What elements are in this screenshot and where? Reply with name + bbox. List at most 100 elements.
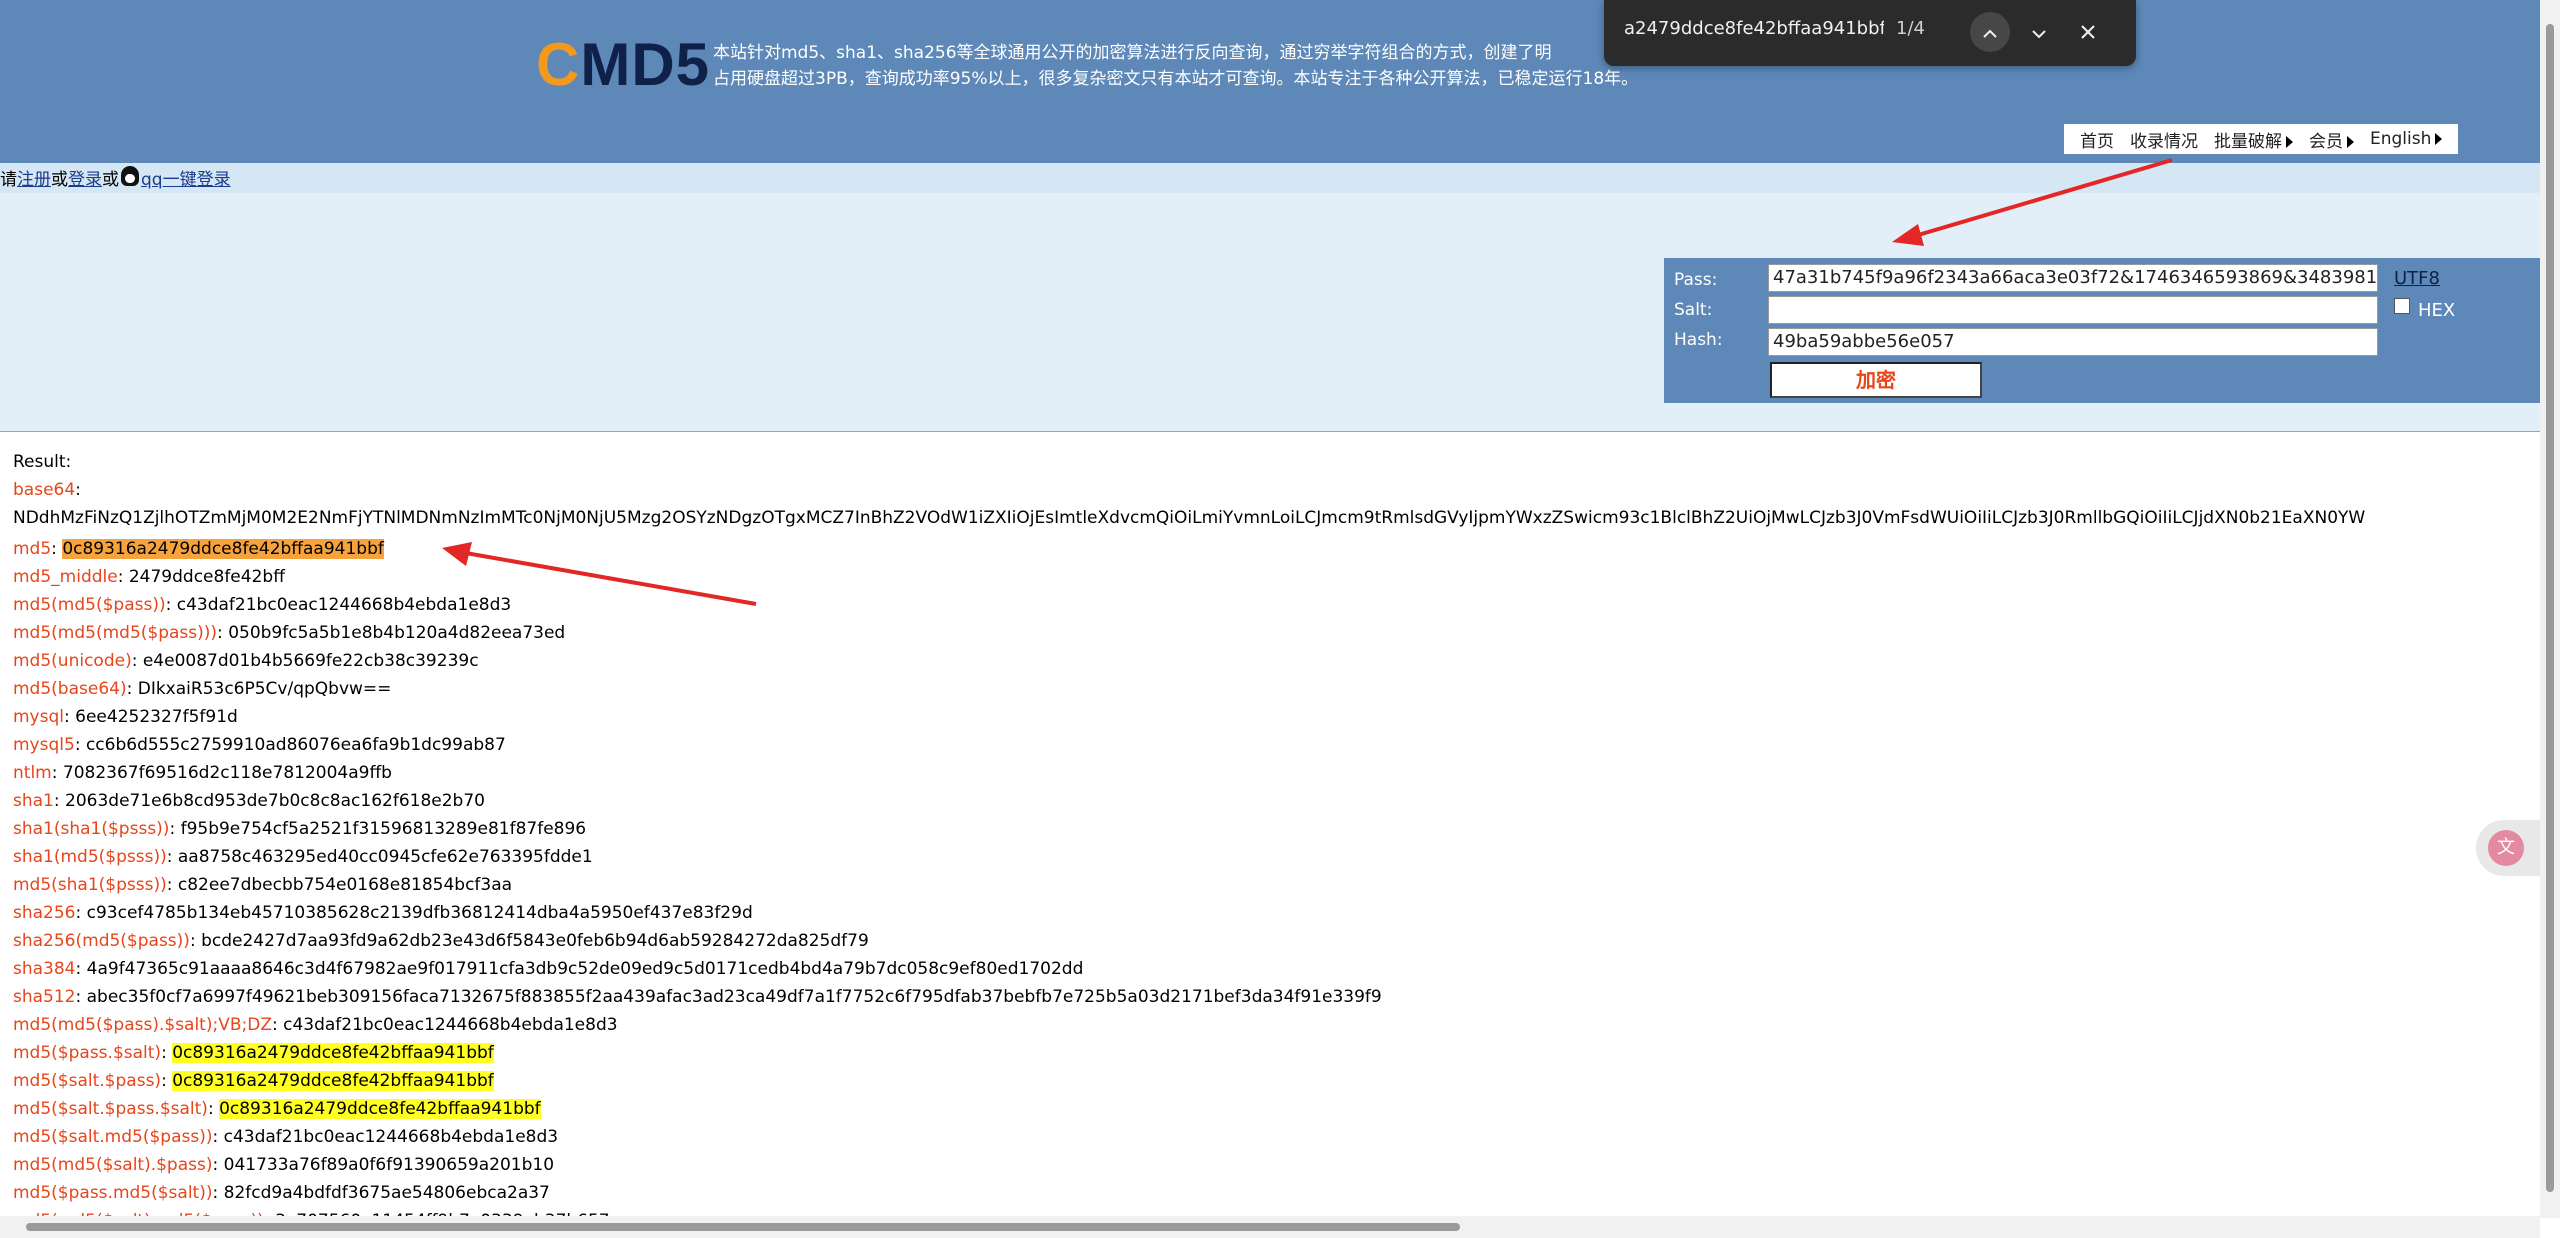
result-value: 4a9f47365c91aaaa8646c3d4f67982ae9f017911… bbox=[86, 959, 1084, 979]
result-key: sha256 bbox=[13, 903, 76, 923]
top-nav: 首页 收录情况 批量破解 会员 English bbox=[2064, 124, 2459, 154]
close-icon bbox=[2081, 25, 2095, 39]
pass-label: Pass: bbox=[1674, 270, 1718, 290]
hash-label: Hash: bbox=[1674, 330, 1723, 350]
result-rows: md5: 0c89316a2479ddce8fe42bffaa941bbf md5… bbox=[13, 535, 2413, 1217]
pass-input[interactable]: 47a31b745f9a96f2343a66aca3e03f72&1746346… bbox=[1768, 264, 2378, 292]
result-row: sha384: 4a9f47365c91aaaa8646c3d4f67982ae… bbox=[13, 959, 1084, 979]
result-key: md5(sha1($psss)) bbox=[13, 875, 167, 895]
result-value: 2479ddce8fe42bff bbox=[128, 567, 285, 587]
result-value: DIkxaiR53c6P5Cv/qpQbvw== bbox=[137, 679, 392, 699]
result-key: mysql5 bbox=[13, 735, 75, 755]
result-row: ntlm: 7082367f69516d2c118e7812004a9ffb bbox=[13, 763, 392, 783]
result-value: f95b9e754cf5a2521f31596813289e81f87fe896 bbox=[180, 819, 587, 839]
result-row: sha512: abec35f0cf7a6997f49621beb309156f… bbox=[13, 987, 1382, 1007]
result-value: 0c89316a2479ddce8fe42bffaa941bbf bbox=[172, 1043, 494, 1063]
result-key: sha256(md5($pass)) bbox=[13, 931, 190, 951]
nav-english[interactable]: English bbox=[2370, 129, 2443, 149]
result-key: sha1(sha1($psss)) bbox=[13, 819, 170, 839]
nav-coverage[interactable]: 收录情况 bbox=[2130, 127, 2198, 152]
result-key: md5(base64) bbox=[13, 679, 127, 699]
find-input[interactable]: a2479ddce8fe42bffaa941bbf bbox=[1624, 18, 1884, 39]
result-value: c93cef4785b134eb45710385628c2139dfb36812… bbox=[86, 903, 753, 923]
salt-label: Salt: bbox=[1674, 300, 1713, 320]
result-value: 0c89316a2479ddce8fe42bffaa941bbf bbox=[172, 1071, 494, 1091]
login-or-1: 或 bbox=[51, 170, 68, 190]
result-value: c43daf21bc0eac1244668b4ebda1e8d3 bbox=[283, 1015, 618, 1035]
caret-right-icon bbox=[2286, 135, 2293, 148]
result-row: md5(unicode): e4e0087d01b4b5669fe22cb38c… bbox=[13, 651, 479, 671]
nav-batch[interactable]: 批量破解 bbox=[2214, 127, 2293, 152]
result-value: c43daf21bc0eac1244668b4ebda1e8d3 bbox=[176, 595, 512, 615]
result-value: bcde2427d7aa93fd9a62db23e43d6f5843e0feb6… bbox=[201, 931, 869, 951]
vertical-scrollbar[interactable] bbox=[2540, 0, 2560, 1218]
result-value: 82fcd9a4bdfdf3675ae54806ebca2a37 bbox=[223, 1183, 550, 1203]
login-or-2: 或 bbox=[102, 170, 119, 190]
hex-checkbox[interactable] bbox=[2394, 298, 2410, 314]
result-key: ntlm bbox=[13, 763, 52, 783]
find-next-button[interactable] bbox=[2019, 12, 2059, 52]
result-row: md5($salt.$pass): 0c89316a2479ddce8fe42b… bbox=[13, 1071, 494, 1091]
base64-value: NDdhMzFiNzQ1ZjlhOTZmMjM0M2E2NmFjYTNlMDNm… bbox=[13, 508, 2366, 528]
result-key: md5($salt.$pass.$salt) bbox=[13, 1099, 208, 1119]
horizontal-scroll-thumb[interactable] bbox=[26, 1223, 1460, 1231]
result-value: 7082367f69516d2c118e7812004a9ffb bbox=[62, 763, 392, 783]
result-value: 0c89316a2479ddce8fe42bffaa941bbf bbox=[219, 1099, 541, 1119]
translate-button[interactable]: 文 bbox=[2476, 820, 2540, 876]
login-prefix: 请 bbox=[0, 170, 17, 190]
result-row: md5(base64): DIkxaiR53c6P5Cv/qpQbvw== bbox=[13, 679, 392, 699]
result-label: Result: bbox=[13, 452, 72, 472]
result-key: md5(md5(md5($pass))) bbox=[13, 623, 218, 643]
chevron-up-icon bbox=[1983, 29, 1997, 38]
result-row: sha256(md5($pass)): bcde2427d7aa93fd9a62… bbox=[13, 931, 869, 951]
vertical-scroll-thumb[interactable] bbox=[2546, 24, 2554, 1192]
result-key: sha1 bbox=[13, 791, 54, 811]
result-value: c43daf21bc0eac1244668b4ebda1e8d3 bbox=[223, 1127, 559, 1147]
find-bar: a2479ddce8fe42bffaa941bbf 1/4 bbox=[1604, 0, 2136, 66]
find-count: 1/4 bbox=[1896, 18, 1925, 39]
result-row: mysql5: cc6b6d555c2759910ad86076ea6fa9b1… bbox=[13, 735, 506, 755]
result-row: md5(md5(md5($pass))): 050b9fc5a5b1e8b4b1… bbox=[13, 623, 566, 643]
nav-member[interactable]: 会员 bbox=[2309, 127, 2354, 152]
result-key: md5(md5($pass).$salt);VB;DZ bbox=[13, 1015, 272, 1035]
site-header: CMD5 本站针对md5、sha1、sha256等全球通用公开的加密算法进行反向… bbox=[0, 0, 2540, 163]
result-key: md5($salt.$pass) bbox=[13, 1071, 162, 1091]
result-key: sha1(md5($psss)) bbox=[13, 847, 167, 867]
chevron-down-icon bbox=[2032, 30, 2046, 39]
login-link[interactable]: 登录 bbox=[68, 170, 102, 190]
utf8-link[interactable]: UTF8 bbox=[2394, 268, 2440, 289]
horizontal-scrollbar[interactable] bbox=[0, 1216, 2540, 1238]
qq-login-link[interactable]: qq一键登录 bbox=[141, 170, 231, 190]
results-panel: Result: base64: NDdhMzFiNzQ1ZjlhOTZmMjM0… bbox=[0, 431, 2540, 1217]
nav-home[interactable]: 首页 bbox=[2080, 127, 2114, 152]
result-value: 041733a76f89a0f6f91390659a201b10 bbox=[223, 1155, 555, 1175]
site-intro: 本站针对md5、sha1、sha256等全球通用公开的加密算法进行反向查询，通过… bbox=[713, 40, 1693, 92]
intro-line-1: 本站针对md5、sha1、sha256等全球通用公开的加密算法进行反向查询，通过… bbox=[713, 43, 1552, 63]
site-logo[interactable]: CMD5 bbox=[536, 34, 710, 96]
result-row: md5(md5($salt).$pass): 041733a76f89a0f6f… bbox=[13, 1155, 555, 1175]
result-row: md5($pass.md5($salt)): 82fcd9a4bdfdf3675… bbox=[13, 1183, 550, 1203]
result-row: mysql: 6ee4252327f5f91d bbox=[13, 707, 238, 727]
result-row: sha1(md5($psss)): aa8758c463295ed40cc094… bbox=[13, 847, 593, 867]
result-key: md5($pass.md5($salt)) bbox=[13, 1183, 213, 1203]
salt-input[interactable] bbox=[1768, 296, 2378, 324]
result-row: md5($salt.$pass.$salt): 0c89316a2479ddce… bbox=[13, 1099, 541, 1119]
result-value: 0c89316a2479ddce8fe42bffaa941bbf bbox=[62, 539, 384, 559]
result-key: mysql bbox=[13, 707, 64, 727]
result-row: md5(md5($pass)): c43daf21bc0eac1244668b4… bbox=[13, 595, 512, 615]
hash-input[interactable]: 49ba59abbe56e057 bbox=[1768, 328, 2378, 356]
hex-label: HEX bbox=[2418, 300, 2456, 321]
register-link[interactable]: 注册 bbox=[17, 170, 51, 190]
result-value: cc6b6d555c2759910ad86076ea6fa9b1dc99ab87 bbox=[85, 735, 506, 755]
result-row: md5(sha1($psss)): c82ee7dbecbb754e0168e8… bbox=[13, 875, 513, 895]
find-close-button[interactable] bbox=[2068, 12, 2108, 52]
encrypt-button[interactable]: 加密 bbox=[1770, 362, 1982, 398]
result-row: sha256: c93cef4785b134eb45710385628c2139… bbox=[13, 903, 753, 923]
result-value: c82ee7dbecbb754e0168e81854bcf3aa bbox=[177, 875, 513, 895]
result-row: sha1(sha1($psss)): f95b9e754cf5a2521f315… bbox=[13, 819, 587, 839]
result-value: aa8758c463295ed40cc0945cfe62e763395fdde1 bbox=[177, 847, 593, 867]
result-key: md5($pass.$salt) bbox=[13, 1043, 162, 1063]
result-value: 6ee4252327f5f91d bbox=[75, 707, 238, 727]
find-previous-button[interactable] bbox=[1970, 12, 2010, 52]
qq-icon[interactable] bbox=[121, 166, 139, 186]
